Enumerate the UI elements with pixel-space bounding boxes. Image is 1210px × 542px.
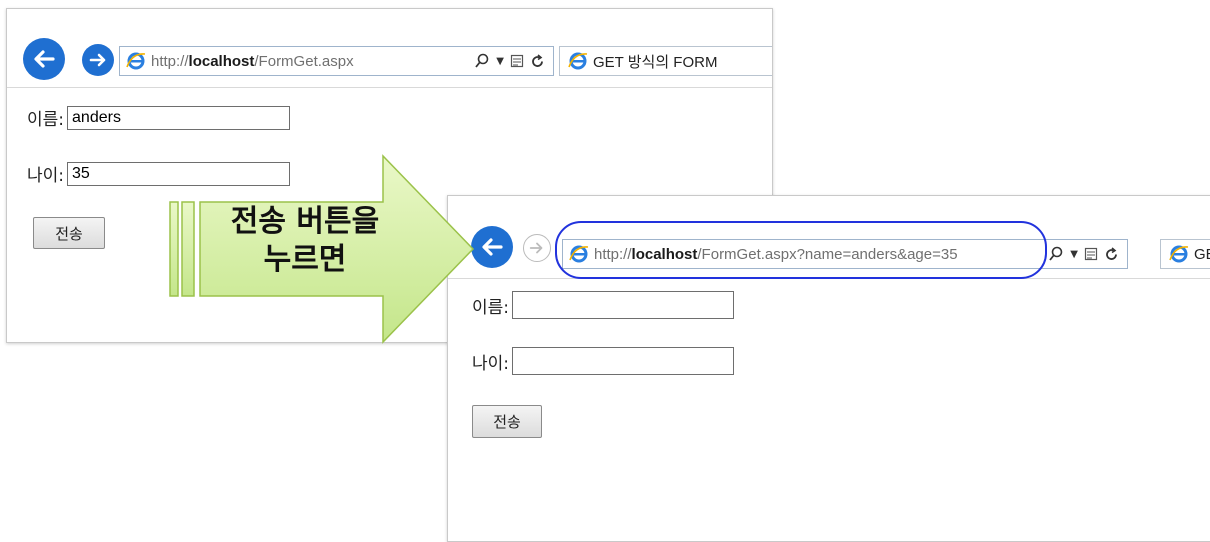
address-tools: ▼ — [474, 53, 553, 69]
refresh-icon[interactable] — [530, 53, 545, 69]
forward-arrow-icon — [89, 53, 106, 67]
url-text: http://localhost/FormGet.aspx — [151, 52, 354, 70]
name-input[interactable]: anders — [67, 105, 291, 130]
name-row: 이름: anders — [27, 105, 291, 130]
browser-tab[interactable]: GET 방식의 FORM — [559, 46, 772, 76]
search-icon[interactable] — [474, 53, 490, 69]
refresh-icon[interactable] — [1104, 246, 1119, 262]
ie-logo-icon — [1169, 245, 1189, 263]
tab-title: GE — [1194, 245, 1210, 263]
forward-arrow-icon — [529, 242, 543, 254]
submit-button[interactable]: 전송 — [33, 217, 105, 249]
back-arrow-icon — [34, 50, 55, 68]
dropdown-icon[interactable]: ▼ — [496, 56, 504, 67]
age-label: 나이: — [472, 353, 510, 374]
address-bar[interactable]: http://localhost/FormGet.aspx ▼ — [119, 46, 554, 76]
age-label: 나이: — [27, 166, 65, 186]
back-button[interactable] — [23, 38, 65, 80]
search-icon[interactable] — [1048, 246, 1064, 262]
name-label: 이름: — [27, 110, 65, 130]
forward-button[interactable] — [82, 44, 114, 76]
compat-view-icon[interactable] — [1084, 247, 1098, 261]
url-highlight-ellipse — [555, 221, 1047, 279]
browser-tab[interactable]: GE — [1160, 239, 1210, 269]
age-row: 나이: — [472, 347, 735, 375]
forward-button-disabled[interactable] — [523, 234, 551, 262]
dropdown-icon[interactable]: ▼ — [1070, 249, 1078, 260]
ie-logo-icon — [126, 52, 146, 70]
name-input[interactable] — [512, 291, 735, 319]
callout-text: 전송 버튼을 누르면 — [200, 203, 410, 279]
tab-title: GET 방식의 FORM — [593, 53, 718, 71]
callout-line-2: 누르면 — [263, 242, 347, 277]
ie-logo-icon — [568, 52, 588, 70]
callout-bar-1 — [169, 201, 179, 297]
callout-bar-2 — [181, 201, 195, 297]
callout-line-1: 전송 버튼을 — [230, 204, 380, 239]
compat-view-icon[interactable] — [510, 54, 524, 68]
age-input[interactable] — [512, 347, 735, 375]
name-row: 이름: — [472, 291, 735, 319]
submit-button[interactable]: 전송 — [472, 405, 542, 438]
address-tools: ▼ — [1048, 246, 1127, 262]
